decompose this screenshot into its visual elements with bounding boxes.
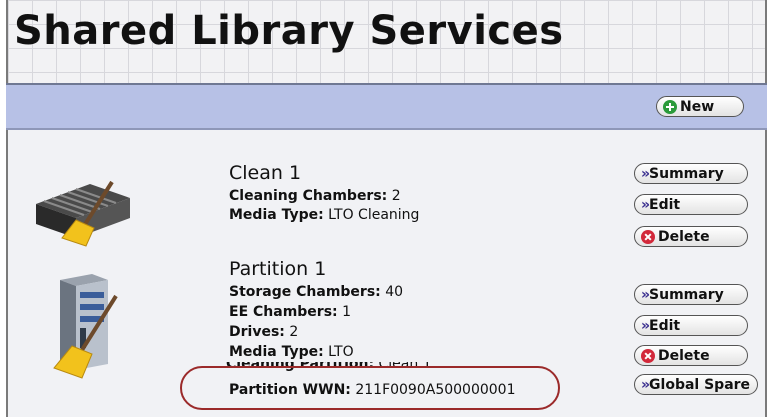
field-value: 40: [385, 284, 404, 300]
page-title: Shared Library Services: [14, 8, 564, 54]
summary-button[interactable]: » Summary: [634, 163, 748, 184]
field-label: Drives:: [229, 324, 285, 340]
toolbar: New: [6, 83, 767, 130]
chevron-right-icon: »: [641, 286, 650, 303]
field-label: Storage Chambers:: [229, 284, 381, 300]
field-label: Media Type:: [229, 344, 324, 360]
delete-button[interactable]: Delete: [634, 345, 748, 366]
field-row: Cleaning Chambers: 2: [229, 188, 401, 204]
delete-button-label: Delete: [658, 228, 710, 245]
field-value: 2: [289, 324, 299, 340]
field-value: LTO Cleaning: [328, 207, 420, 223]
plus-icon: [663, 99, 677, 114]
global-spare-button[interactable]: » Global Spare: [634, 374, 758, 395]
field-value: LTO: [328, 344, 354, 360]
edit-button-label: Edit: [649, 196, 681, 213]
delete-button-label: Delete: [658, 347, 710, 364]
field-label: Media Type:: [229, 207, 324, 223]
partition-name: Partition 1: [229, 258, 327, 280]
delete-icon: [641, 229, 655, 244]
field-value: 1: [342, 304, 352, 320]
field-row: Media Type: LTO: [229, 344, 354, 360]
field-row: Media Type: LTO Cleaning: [229, 207, 419, 223]
field-row: EE Chambers: 1: [229, 304, 351, 320]
field-label: Cleaning Chambers:: [229, 188, 388, 204]
chevron-right-icon: »: [641, 376, 650, 393]
edit-button-label: Edit: [649, 317, 681, 334]
new-button-label: New: [680, 98, 715, 115]
delete-icon: [641, 348, 655, 363]
field-row: Storage Chambers: 40: [229, 284, 403, 300]
chevron-right-icon: »: [641, 165, 650, 182]
library-tower-broom-icon: [46, 274, 124, 382]
edit-button[interactable]: » Edit: [634, 194, 748, 215]
chevron-right-icon: »: [641, 317, 650, 334]
field-row: Drives: 2: [229, 324, 298, 340]
summary-button-label: Summary: [649, 165, 724, 182]
chevron-right-icon: »: [641, 196, 650, 213]
edit-button[interactable]: » Edit: [634, 315, 748, 336]
new-button[interactable]: New: [656, 96, 744, 117]
field-value: 2: [391, 188, 401, 204]
delete-button[interactable]: Delete: [634, 226, 748, 247]
wwn-highlight-callout: [180, 366, 560, 410]
partition-name: Clean 1: [229, 162, 302, 184]
field-label: EE Chambers:: [229, 304, 338, 320]
summary-button-label: Summary: [649, 286, 724, 303]
summary-button[interactable]: » Summary: [634, 284, 748, 305]
global-spare-button-label: Global Spare: [649, 376, 751, 393]
tape-library-broom-icon: [32, 176, 136, 248]
